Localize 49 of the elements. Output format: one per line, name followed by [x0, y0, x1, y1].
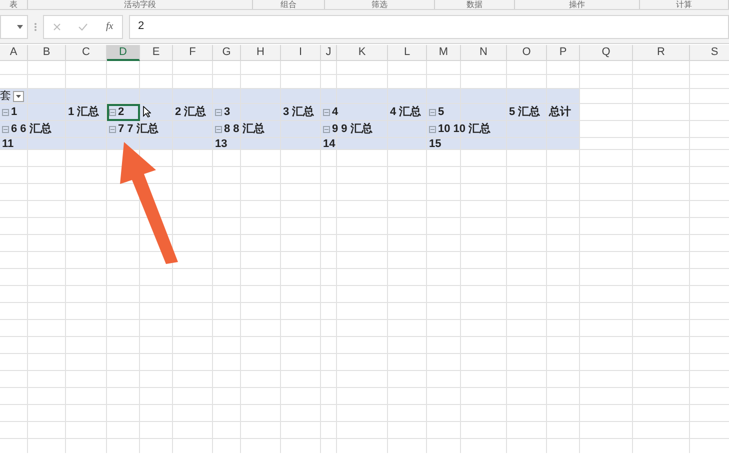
- pivot-row-item[interactable]: 7 7 汇总: [107, 121, 160, 138]
- cancel-icon[interactable]: [52, 22, 61, 30]
- pivot-total-label: 14: [322, 136, 336, 152]
- pivot-row-item[interactable]: 2: [107, 104, 140, 121]
- pivot-total-label: 5 汇总: [508, 104, 542, 120]
- collapse-icon[interactable]: [215, 126, 222, 133]
- pivot-row-item[interactable]: 3: [213, 104, 241, 121]
- pivot-row-item[interactable]: 9 9 汇总: [321, 121, 374, 138]
- pivot-total-label: 4 汇总: [389, 104, 422, 120]
- ribbon-group-label: 筛选: [372, 0, 388, 8]
- pivot-row-item[interactable]: 10 10 汇总: [427, 121, 493, 138]
- caret-icon: [17, 24, 23, 28]
- column-header[interactable]: D: [107, 45, 140, 61]
- collapse-icon[interactable]: [429, 109, 436, 116]
- pivot-total-label: 11: [1, 136, 15, 152]
- filter-dropdown[interactable]: [13, 91, 24, 102]
- caret-icon: [16, 95, 21, 98]
- ribbon-group-label: 活动字段: [124, 0, 156, 8]
- pivot-row-item[interactable]: 5: [427, 104, 461, 121]
- collapse-icon[interactable]: [109, 109, 116, 116]
- ribbon-group-label: 组合: [280, 0, 296, 8]
- filter-label: 套: [0, 89, 11, 104]
- drag-handle-icon[interactable]: [34, 22, 37, 32]
- pivot-total-label: 2 汇总: [174, 104, 208, 120]
- ribbon-group-label: 表: [10, 0, 18, 8]
- name-box[interactable]: [0, 14, 28, 38]
- ribbon-group-label: 操作: [569, 0, 585, 8]
- collapse-icon[interactable]: [2, 126, 9, 133]
- pivot-row-item[interactable]: 4: [321, 104, 340, 121]
- insert-function-button[interactable]: fx: [106, 19, 114, 34]
- formula-input[interactable]: 2: [129, 14, 729, 38]
- collapse-icon[interactable]: [323, 126, 330, 133]
- pivot-total-label: 3 汇总: [282, 104, 316, 120]
- pivot-row-item[interactable]: 6 6 汇总: [0, 121, 54, 138]
- ribbon-group-label: 数据: [466, 0, 482, 8]
- cursor-icon: [143, 106, 151, 118]
- collapse-icon[interactable]: [323, 109, 330, 116]
- check-icon[interactable]: [78, 22, 88, 30]
- pivot-total-label: 15: [428, 136, 442, 152]
- pivot-row-item[interactable]: 8 8 汇总: [213, 121, 266, 138]
- collapse-icon[interactable]: [215, 109, 222, 116]
- pivot-total-label: 总计: [548, 104, 572, 120]
- pivot-total-label: 13: [214, 136, 228, 152]
- pivot-total-label: 1 汇总: [67, 104, 100, 120]
- pivot-row-item[interactable]: 1: [0, 104, 28, 121]
- collapse-icon[interactable]: [429, 126, 436, 133]
- collapse-icon[interactable]: [2, 109, 9, 116]
- ribbon-group-label: 计算: [676, 0, 692, 8]
- collapse-icon[interactable]: [109, 126, 116, 133]
